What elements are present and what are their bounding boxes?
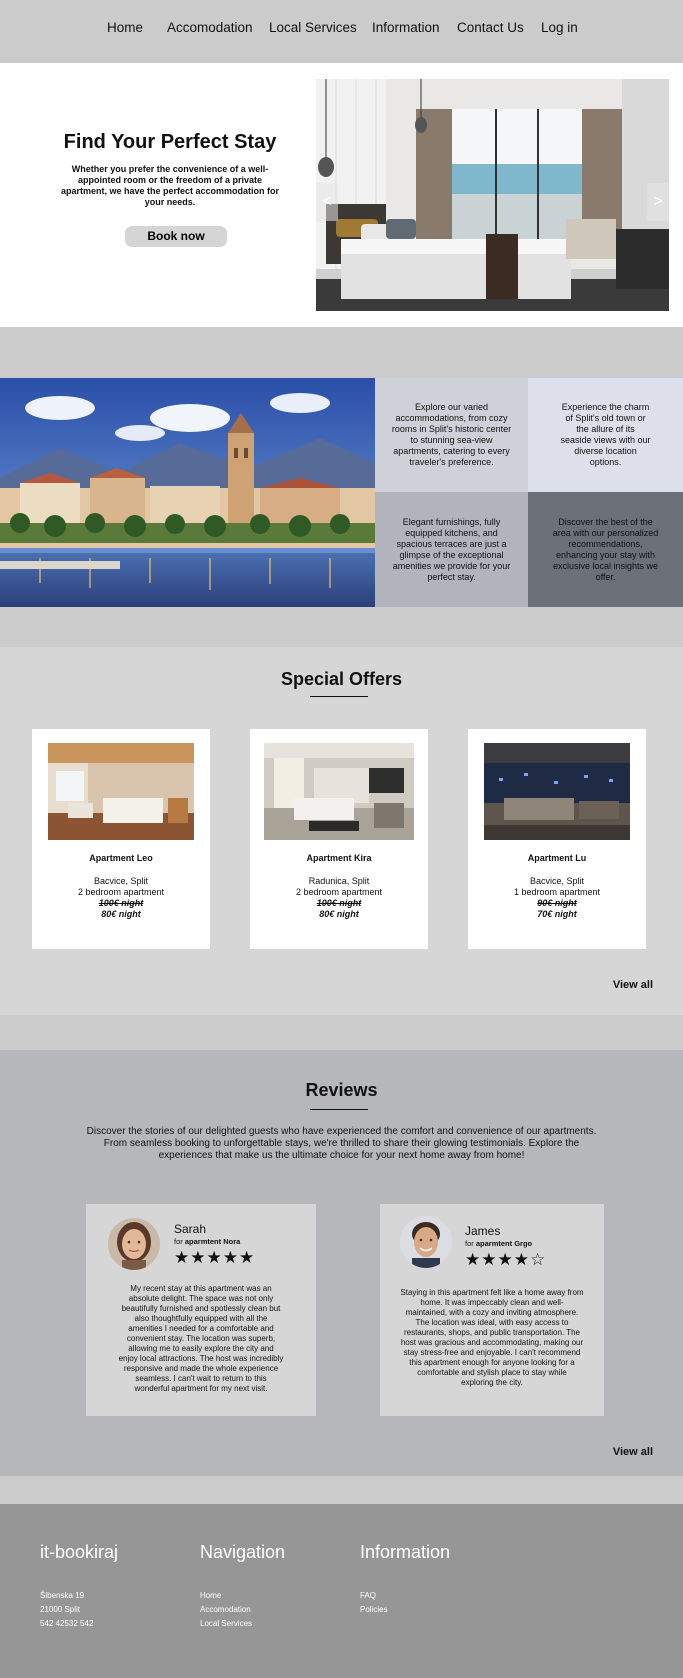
footer-link-policies[interactable]: Policies [360,1605,388,1614]
reviewer-name: Sarah [174,1222,207,1236]
offers-view-all-link[interactable]: View all [613,979,653,991]
offer-location: Bacvice, Split [529,876,585,886]
avatar [400,1216,452,1268]
title-underline [310,696,368,697]
hero-title: Find Your Perfect Stay [63,131,277,153]
nav-local-services[interactable]: Local Services [269,20,357,35]
footer-link-home[interactable]: Home [200,1591,221,1600]
review-text: My recent stay at this apartment was an … [118,1284,284,1393]
top-navigation: Home Accomodation Local Services Informa… [0,0,683,63]
footer-address-city: 21000 Split [40,1605,81,1614]
reviews-section: Reviews Discover the stories of our deli… [0,1050,683,1476]
book-now-button[interactable]: Book now [125,226,227,247]
offer-old-price: 90€ night [537,898,577,908]
offer-name: Apartment Leo [89,853,153,863]
title-underline [310,1109,368,1110]
nav-log-in[interactable]: Log in [541,20,578,35]
nav-contact-us[interactable]: Contact Us [457,20,524,35]
nav-information[interactable]: Information [372,20,440,35]
reviewed-apartment: for aparmtent Grgo [465,1239,533,1248]
apartment-leo-image [48,743,194,840]
reviews-intro: Discover the stories of our delighted gu… [86,1126,597,1161]
offer-details: Radunica, Split 2 bedroom apartment 100€… [250,876,428,920]
review-card-sarah: Sarah for aparmtent Nora ★★★★★ My recent… [86,1204,316,1416]
offer-name: Apartment Lu [527,853,587,863]
features-section: Explore our varied accommodations, from … [0,378,683,607]
reviews-view-all-link[interactable]: View all [613,1446,653,1458]
hero-bedroom-image: < > [316,79,669,311]
split-city-illustration [0,378,375,607]
footer-brand: it-bookiraj [40,1542,119,1562]
star-rating: ★★★★☆ [465,1250,547,1269]
footer-link-local-services[interactable]: Local Services [200,1619,252,1628]
reviews-title: Reviews [305,1080,378,1100]
offer-details: Bacvice, Split 2 bedroom apartment 100€ … [32,876,210,920]
hero-description: Whether you prefer the convenience of a … [60,164,280,207]
offer-details: Bacvice, Split 1 bedroom apartment 90€ n… [468,876,646,920]
footer: it-bookiraj Šibenska 19 21000 Split 542 … [0,1504,683,1678]
nav-accomodation[interactable]: Accomodation [167,20,253,35]
offer-old-price: 100€ night [98,898,144,908]
avatar [108,1218,160,1270]
footer-navigation-title: Navigation [200,1542,286,1562]
reviewer-name: James [465,1224,501,1238]
star-rating: ★★★★★ [174,1248,256,1267]
offer-old-price: 100€ night [316,898,362,908]
feature-tile-amenities: Elegant furnishings, fully equipped kitc… [375,492,528,607]
offer-location: Radunica, Split [308,876,370,886]
offer-card-leo[interactable]: Apartment Leo Bacvice, Split 2 bedroom a… [32,729,210,949]
bedroom-illustration [316,79,669,311]
feature-tile-locations: Experience the charm of Split's old town… [528,378,683,492]
offer-card-lu[interactable]: Apartment Lu Bacvice, Split 1 bedroom ap… [468,729,646,949]
offer-type: 2 bedroom apartment [77,887,165,897]
reviewed-apartment: for aparmtent Nora [174,1237,241,1246]
footer-link-accomodation[interactable]: Accomodation [200,1605,251,1614]
carousel-prev-arrow[interactable]: < [316,183,338,221]
carousel-next-arrow[interactable]: > [647,183,669,221]
offer-location: Bacvice, Split [93,876,149,886]
offer-name: Apartment Kira [306,853,372,863]
offer-type: 1 bedroom apartment [513,887,601,897]
review-card-james: James for aparmtent Grgo ★★★★☆ Staying i… [380,1204,604,1416]
footer-address-street: Šibenska 19 [40,1591,85,1600]
footer-link-faq[interactable]: FAQ [360,1591,376,1600]
feature-tile-accommodations: Explore our varied accommodations, from … [375,378,528,492]
special-offers-title: Special Offers [280,669,403,689]
footer-phone: 542 42532 542 [40,1619,94,1628]
offer-price: 80€ night [319,909,359,919]
split-city-image [0,378,375,607]
hero-section: Find Your Perfect Stay Whether you prefe… [0,63,683,327]
offer-price: 80€ night [101,909,141,919]
special-offers-section: Special Offers Apartment Leo Bacvice, Sp… [0,647,683,1015]
feature-tile-local-insights: Discover the best of the area with our p… [528,492,683,607]
offer-price: 70€ night [537,909,577,919]
apartment-lu-image [484,743,630,840]
offer-type: 2 bedroom apartment [295,887,383,897]
offer-card-kira[interactable]: Apartment Kira Radunica, Split 2 bedroom… [250,729,428,949]
footer-information-title: Information [360,1542,451,1562]
apartment-kira-image [264,743,414,840]
review-text: Staying in this apartment felt like a ho… [400,1288,584,1387]
nav-home[interactable]: Home [107,20,143,35]
